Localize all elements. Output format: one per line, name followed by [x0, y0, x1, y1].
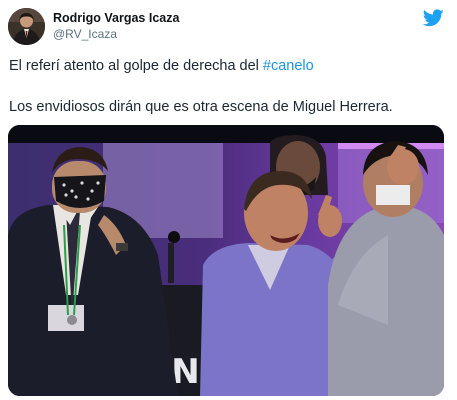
author-handle[interactable]: @RV_Icaza [53, 27, 117, 41]
tweet-text-line-2: Los envidiosos dirán que es otra escena … [9, 99, 393, 115]
tweet-text-line-1: El referí atento al golpe de derecha del… [9, 58, 314, 74]
author-name[interactable]: Rodrigo Vargas Icaza [53, 11, 179, 25]
tweet-card: Rodrigo Vargas Icaza @RV_Icaza El referí… [0, 0, 457, 400]
tweet-media-photo[interactable]: DNS [8, 125, 444, 396]
tweet-text: El referí atento al golpe de derecha del [9, 58, 263, 74]
twitter-bird-icon[interactable] [423, 9, 444, 27]
photo-scene: DNS [8, 125, 444, 396]
hashtag-link[interactable]: #canelo [263, 58, 314, 74]
author-avatar[interactable] [8, 8, 45, 45]
avatar-image [8, 8, 45, 45]
